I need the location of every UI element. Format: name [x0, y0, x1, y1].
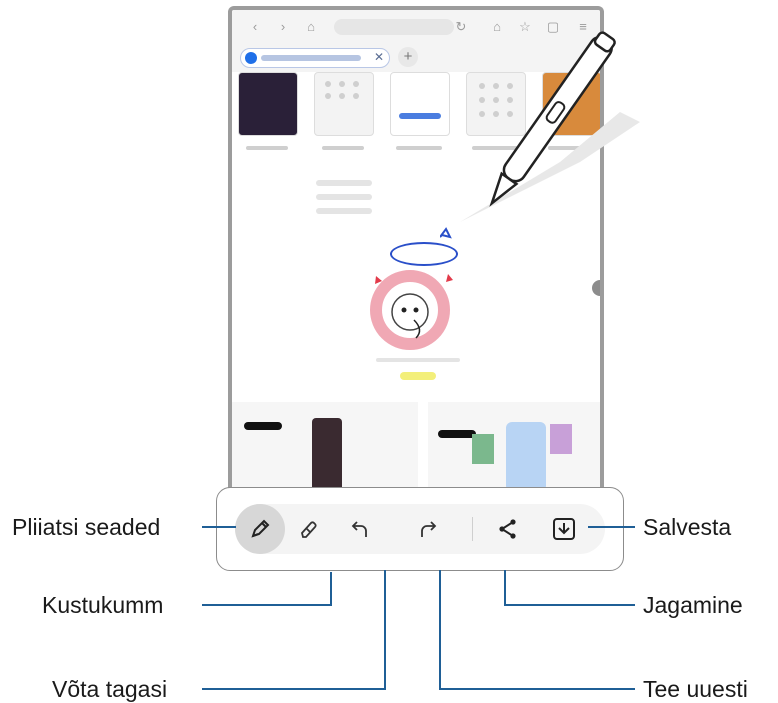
- label-save: Salvesta: [643, 514, 732, 540]
- label-share: Jagamine: [643, 592, 743, 618]
- label-eraser: Kustukumm: [42, 592, 164, 618]
- label-undo: Võta tagasi: [52, 676, 168, 702]
- label-redo: Tee uuesti: [643, 676, 748, 702]
- label-pen-settings: Pliiatsi seaded: [12, 514, 161, 540]
